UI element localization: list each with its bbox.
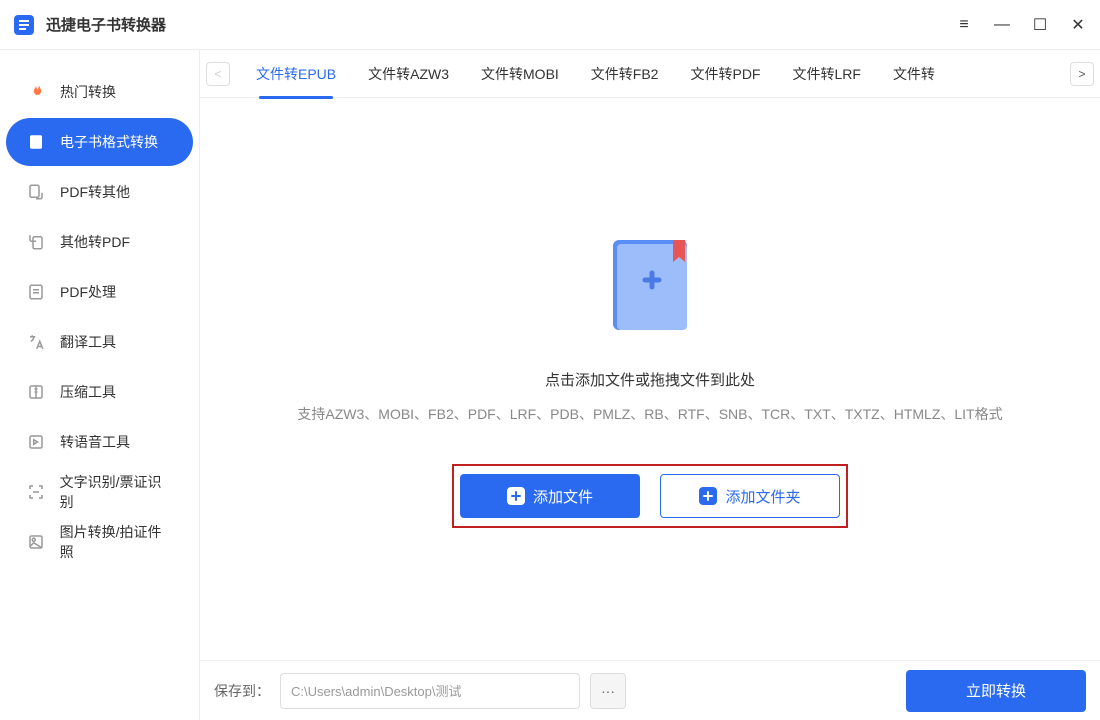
tab-lrf[interactable]: 文件转LRF bbox=[786, 50, 866, 98]
sidebar-item-ocr[interactable]: 文字识别/票证识别 bbox=[6, 468, 193, 516]
save-to-label: 保存到： bbox=[214, 681, 270, 701]
sidebar-item-label: 文字识别/票证识别 bbox=[60, 472, 173, 512]
book-icon bbox=[26, 132, 46, 152]
sidebar-item-hot[interactable]: 热门转换 bbox=[6, 68, 193, 116]
tab-azw3[interactable]: 文件转AZW3 bbox=[362, 50, 455, 98]
save-path-input[interactable] bbox=[280, 673, 580, 709]
sidebar-item-image-convert[interactable]: 图片转换/拍证件照 bbox=[6, 518, 193, 566]
drop-text: 点击添加文件或拖拽文件到此处 bbox=[545, 369, 755, 390]
sidebar-item-pdf-process[interactable]: PDF处理 bbox=[6, 268, 193, 316]
sidebar-item-pdf-to-other[interactable]: PDF转其他 bbox=[6, 168, 193, 216]
audio-icon bbox=[26, 432, 46, 452]
tab-next-button[interactable]: > bbox=[1070, 62, 1094, 86]
book-add-icon bbox=[595, 230, 705, 345]
main: < 文件转EPUB 文件转AZW3 文件转MOBI 文件转FB2 文件转PDF … bbox=[200, 50, 1100, 720]
convert-label: 立即转换 bbox=[966, 680, 1026, 701]
tab-prev-button[interactable]: < bbox=[206, 62, 230, 86]
convert-button[interactable]: 立即转换 bbox=[906, 670, 1086, 712]
add-folder-label: 添加文件夹 bbox=[725, 486, 800, 507]
window-controls: ≡ — ☐ ✕ bbox=[954, 15, 1088, 35]
sidebar-item-tts[interactable]: 转语音工具 bbox=[6, 418, 193, 466]
fire-icon bbox=[26, 82, 46, 102]
titlebar: 迅捷电子书转换器 ≡ — ☐ ✕ bbox=[0, 0, 1100, 50]
pdf-tool-icon bbox=[26, 282, 46, 302]
tab-fb2[interactable]: 文件转FB2 bbox=[585, 50, 665, 98]
add-file-label: 添加文件 bbox=[533, 486, 593, 507]
button-row-highlight: 添加文件 添加文件夹 bbox=[452, 464, 848, 528]
sidebar-item-label: PDF转其他 bbox=[60, 182, 130, 202]
sidebar-item-label: 转语音工具 bbox=[60, 432, 130, 452]
sidebar-item-label: PDF处理 bbox=[60, 282, 116, 302]
sidebar-item-label: 热门转换 bbox=[60, 82, 116, 102]
ocr-icon bbox=[26, 482, 46, 502]
maximize-icon[interactable]: ☐ bbox=[1030, 15, 1050, 35]
tab-pdf[interactable]: 文件转PDF bbox=[684, 50, 766, 98]
add-file-button[interactable]: 添加文件 bbox=[460, 474, 640, 518]
translate-icon bbox=[26, 332, 46, 352]
plus-icon bbox=[507, 487, 525, 505]
add-folder-button[interactable]: 添加文件夹 bbox=[660, 474, 840, 518]
tab-mobi[interactable]: 文件转MOBI bbox=[475, 50, 565, 98]
sidebar-item-ebook-convert[interactable]: 电子书格式转换 bbox=[6, 118, 193, 166]
drop-area[interactable]: 点击添加文件或拖拽文件到此处 支持AZW3、MOBI、FB2、PDF、LRF、P… bbox=[200, 98, 1100, 660]
tab-more[interactable]: 文件转 bbox=[887, 50, 941, 98]
tab-epub[interactable]: 文件转EPUB bbox=[250, 50, 342, 98]
sidebar-item-label: 其他转PDF bbox=[60, 232, 130, 252]
sidebar-item-label: 电子书格式转换 bbox=[60, 132, 158, 152]
compress-icon bbox=[26, 382, 46, 402]
app-title: 迅捷电子书转换器 bbox=[46, 14, 166, 35]
pdf-out-icon bbox=[26, 182, 46, 202]
footer: 保存到： ··· 立即转换 bbox=[200, 660, 1100, 720]
plus-icon bbox=[699, 487, 717, 505]
image-icon bbox=[26, 532, 46, 552]
sidebar-item-label: 图片转换/拍证件照 bbox=[60, 522, 173, 562]
close-icon[interactable]: ✕ bbox=[1068, 15, 1088, 35]
browse-button[interactable]: ··· bbox=[590, 673, 626, 709]
support-text: 支持AZW3、MOBI、FB2、PDF、LRF、PDB、PMLZ、RB、RTF、… bbox=[297, 404, 1002, 424]
app-logo-icon bbox=[12, 13, 36, 37]
sidebar-item-other-to-pdf[interactable]: 其他转PDF bbox=[6, 218, 193, 266]
sidebar: 热门转换 电子书格式转换 PDF转其他 其他转PDF PDF处理 翻译工具 压缩… bbox=[0, 50, 200, 720]
menu-icon[interactable]: ≡ bbox=[954, 16, 974, 34]
pdf-in-icon bbox=[26, 232, 46, 252]
sidebar-item-compress[interactable]: 压缩工具 bbox=[6, 368, 193, 416]
tabs: < 文件转EPUB 文件转AZW3 文件转MOBI 文件转FB2 文件转PDF … bbox=[200, 50, 1100, 98]
sidebar-item-label: 压缩工具 bbox=[60, 382, 116, 402]
sidebar-item-label: 翻译工具 bbox=[60, 332, 116, 352]
minimize-icon[interactable]: — bbox=[992, 16, 1012, 34]
sidebar-item-translate[interactable]: 翻译工具 bbox=[6, 318, 193, 366]
